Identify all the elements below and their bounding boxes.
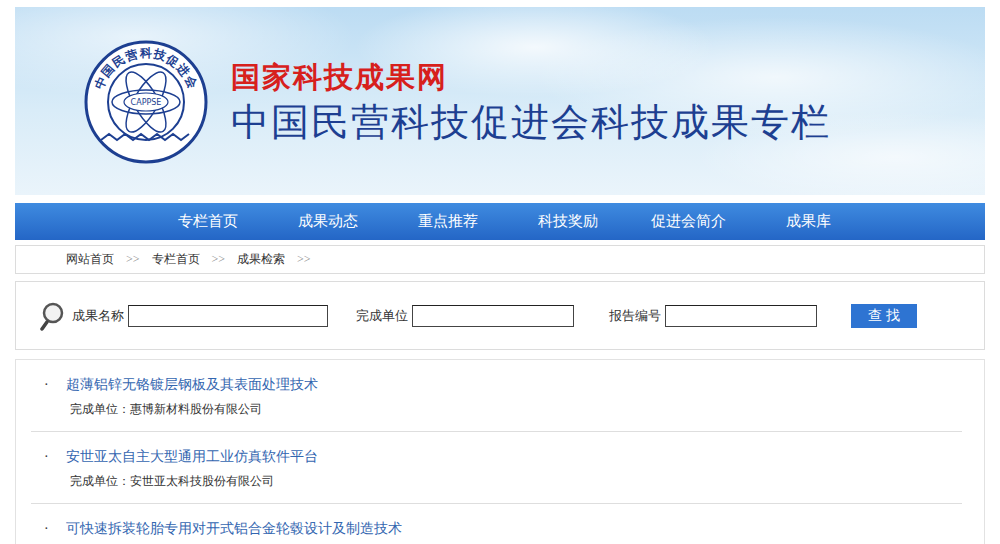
nav-item[interactable]: 专栏首页: [148, 212, 268, 231]
breadcrumb-link[interactable]: 网站首页: [66, 251, 114, 268]
nav-bar: 专栏首页成果动态重点推荐科技奖励促进会简介成果库: [15, 203, 985, 240]
breadcrumb: 网站首页 >> 专栏首页 >> 成果检索 >>: [15, 245, 985, 274]
breadcrumb-separator: >>: [297, 252, 311, 267]
svg-text:CAPPSE: CAPPSE: [131, 98, 162, 107]
nav-item[interactable]: 促进会简介: [628, 212, 748, 231]
field-label: 成果名称: [72, 307, 124, 325]
search-input[interactable]: [412, 305, 574, 327]
search-field: 报告编号: [609, 305, 817, 327]
svg-text:中国民营科技促进会: 中国民营科技促进会: [92, 46, 200, 91]
search-field: 成果名称: [72, 305, 328, 327]
cappse-logo-icon: 中国民营科技促进会 CAPPSE: [79, 36, 213, 166]
site-title: 国家科技成果网: [231, 60, 831, 95]
search-button[interactable]: 查 找: [851, 304, 917, 328]
breadcrumb-link[interactable]: 专栏首页: [152, 251, 200, 268]
bullet: ·: [31, 520, 66, 538]
magnifier-icon: [40, 301, 70, 331]
nav-item[interactable]: 成果库: [748, 212, 868, 231]
search-field: 完成单位: [356, 305, 574, 327]
nav-item[interactable]: 成果动态: [268, 212, 388, 231]
breadcrumb-link[interactable]: 成果检索: [237, 251, 285, 268]
search-input[interactable]: [665, 305, 817, 327]
header-banner: 中国民营科技促进会 CAPPSE 国家科技成果网中国民营科技促进会科技成果专栏: [15, 7, 985, 195]
result-unit: 完成单位：惠博新材料股份有限公司: [66, 402, 962, 417]
search-panel: 成果名称 完成单位 报告编号 查 找: [15, 281, 985, 350]
field-label: 完成单位: [356, 307, 408, 325]
result-unit: 完成单位：安世亚太科技股份有限公司: [66, 474, 962, 489]
breadcrumb-separator: >>: [212, 252, 226, 267]
result-item: ·可快速拆装轮胎专用对开式铝合金轮毂设计及制造技术: [31, 504, 962, 544]
result-title[interactable]: 超薄铝锌无铬镀层钢板及其表面处理技术: [66, 376, 962, 394]
nav-item[interactable]: 重点推荐: [388, 212, 508, 231]
column-title: 中国民营科技促进会科技成果专栏: [231, 99, 831, 147]
bullet: ·: [31, 376, 66, 417]
result-title[interactable]: 安世亚太自主大型通用工业仿真软件平台: [66, 448, 962, 466]
field-label: 报告编号: [609, 307, 661, 325]
search-input[interactable]: [128, 305, 328, 327]
result-item: ·超薄铝锌无铬镀层钢板及其表面处理技术完成单位：惠博新材料股份有限公司: [31, 360, 962, 432]
result-list: ·超薄铝锌无铬镀层钢板及其表面处理技术完成单位：惠博新材料股份有限公司·安世亚太…: [15, 359, 985, 544]
bullet: ·: [31, 448, 66, 489]
breadcrumb-separator: >>: [126, 252, 140, 267]
result-title[interactable]: 可快速拆装轮胎专用对开式铝合金轮毂设计及制造技术: [66, 520, 962, 538]
result-item: ·安世亚太自主大型通用工业仿真软件平台完成单位：安世亚太科技股份有限公司: [31, 432, 962, 504]
header-titles: 国家科技成果网中国民营科技促进会科技成果专栏: [231, 56, 831, 146]
page: 中国民营科技促进会 CAPPSE 国家科技成果网中国民营科技促进会科技成果专栏专栏首…: [0, 0, 1000, 544]
nav-item[interactable]: 科技奖励: [508, 212, 628, 231]
